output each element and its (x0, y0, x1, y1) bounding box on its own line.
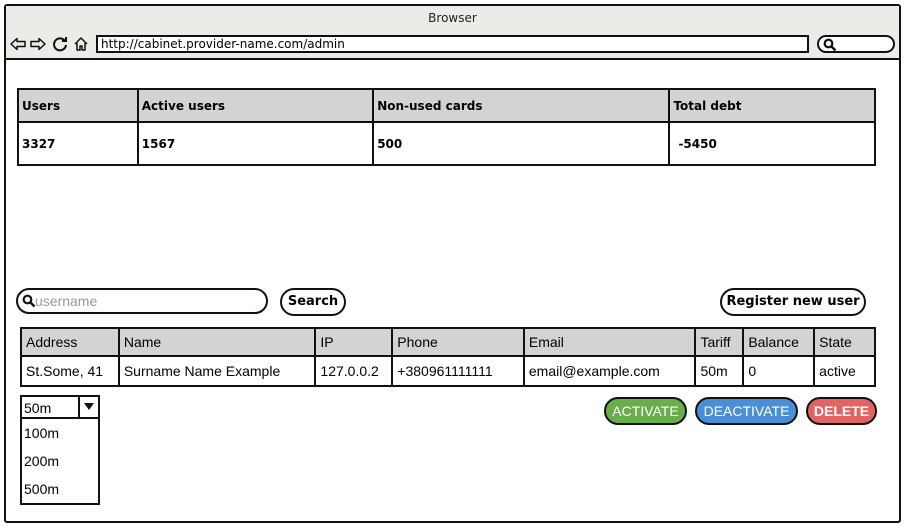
forward-arrow-icon[interactable] (30, 36, 46, 52)
column-header-name: Name (117, 327, 317, 357)
stats-header-total-debt: Total debt (668, 88, 876, 123)
stats-value-active-users: 1567 (136, 121, 375, 166)
column-header-phone: Phone (391, 327, 525, 357)
column-header-ip: IP (314, 327, 394, 357)
tariff-option-200m[interactable]: 200m (22, 447, 98, 475)
cell-phone: +380961111111 (391, 355, 525, 387)
cell-tariff: 50m (694, 355, 745, 387)
tariff-options-list: 100m 200m 500m (20, 419, 100, 505)
tariff-option-500m[interactable]: 500m (22, 475, 98, 503)
users-header-row: Address Name IP Phone Email Tariff Balan… (20, 327, 876, 357)
stats-header-users: Users (17, 88, 139, 123)
browser-search-box[interactable] (817, 35, 895, 53)
stats-header-non-used-cards: Non-used cards (372, 88, 671, 123)
reload-icon[interactable] (52, 36, 68, 52)
cell-name: Surname Name Example (117, 355, 317, 387)
column-header-email: Email (522, 327, 697, 357)
users-table: Address Name IP Phone Email Tariff Balan… (20, 327, 876, 387)
table-row[interactable]: St.Some, 41 Surname Name Example 127.0.0… (20, 355, 876, 387)
search-button[interactable]: Search (280, 288, 346, 316)
deactivate-button[interactable]: DEACTIVATE (695, 397, 798, 425)
cell-balance: 0 (742, 355, 816, 387)
url-bar[interactable]: http://cabinet.provider-name.com/admin (96, 35, 809, 53)
stats-header-row: Users Active users Non-used cards Total … (17, 88, 876, 123)
stats-table: Users Active users Non-used cards Total … (17, 88, 876, 166)
stats-value-non-used-cards: 500 (372, 121, 671, 166)
stats-value-total-debt: -5450 (668, 121, 876, 166)
username-search-field[interactable] (16, 288, 268, 314)
dropdown-toggle[interactable] (78, 397, 98, 417)
tariff-select-value: 50m (24, 400, 52, 416)
search-icon (22, 294, 36, 308)
column-header-balance: Balance (742, 327, 816, 357)
browser-window: Browser http://cabinet.provider-name.com… (4, 4, 901, 523)
cell-ip: 127.0.0.2 (314, 355, 394, 387)
cell-email: email@example.com (522, 355, 697, 387)
register-new-user-button[interactable]: Register new user (720, 288, 866, 316)
column-header-tariff: Tariff (694, 327, 745, 357)
activate-button[interactable]: ACTIVATE (604, 397, 687, 425)
cell-address: St.Some, 41 (20, 355, 120, 387)
column-header-address: Address (20, 327, 120, 357)
browser-toolbar: http://cabinet.provider-name.com/admin (6, 30, 899, 60)
home-icon[interactable] (73, 36, 89, 52)
search-icon (823, 38, 837, 52)
cell-state: active (813, 355, 876, 387)
username-input[interactable] (35, 292, 255, 310)
stats-header-active-users: Active users (136, 88, 375, 123)
tariff-select[interactable]: 50m (20, 395, 100, 419)
stats-value-users: 3327 (17, 121, 139, 166)
chevron-down-icon (84, 403, 94, 410)
delete-button[interactable]: DELETE (806, 397, 877, 425)
column-header-state: State (813, 327, 876, 357)
tariff-option-100m[interactable]: 100m (22, 419, 98, 447)
window-title: Browser (6, 6, 899, 31)
stats-value-row: 3327 1567 500 -5450 (17, 121, 876, 166)
back-arrow-icon[interactable] (10, 36, 26, 52)
